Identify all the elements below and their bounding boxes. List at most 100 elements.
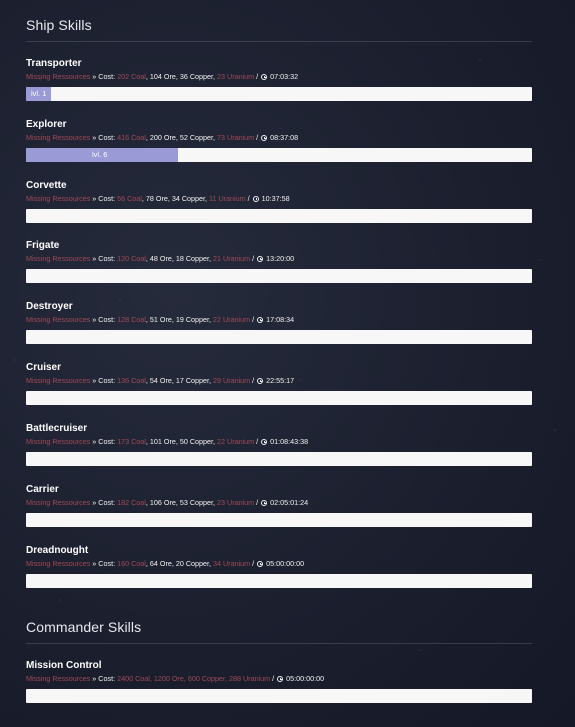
cost-separator: » Cost:	[90, 315, 118, 324]
section-title-commander-skills: Commander Skills	[26, 619, 142, 635]
cost-coal: 56 Coal	[117, 194, 142, 203]
skill-explorer: Explorer Missing Ressources » Cost: 416 …	[26, 119, 532, 162]
skill-destroyer: Destroyer Missing Ressources » Cost: 128…	[26, 301, 532, 344]
cost-ore: 101 Ore	[149, 437, 176, 446]
missing-resources-label: Missing Ressources	[26, 254, 91, 263]
skill-name: Carrier	[26, 484, 59, 495]
missing-resources-label: Missing Ressources	[26, 376, 91, 385]
cost-copper: 34 Copper	[171, 194, 206, 203]
cost-coal: 182 Coal	[117, 498, 146, 507]
cost-separator: » Cost:	[90, 194, 118, 203]
cost-coal: 416 Coal	[117, 133, 146, 142]
skill-corvette: Corvette Missing Ressources » Cost: 56 C…	[26, 180, 532, 223]
cost-uranium: 23 Uranium	[217, 72, 255, 81]
cost-copper: 53 Copper	[179, 498, 214, 507]
build-time: 22:55:17	[266, 376, 295, 385]
build-time: 08:37:08	[270, 133, 299, 142]
cost-ore: 106 Ore	[149, 498, 176, 507]
cost-line: Missing Ressources » Cost: 136 Coal, 54 …	[26, 376, 295, 385]
missing-resources-label: Missing Ressources	[26, 194, 91, 203]
cost-uranium: 23 Uranium	[217, 498, 255, 507]
missing-resources-label: Missing Ressources	[26, 133, 91, 142]
skill-progress-bar[interactable]	[26, 452, 532, 466]
clock-icon	[257, 378, 264, 384]
cost-line: Missing Ressources » Cost: 202 Coal, 104…	[26, 72, 299, 81]
skill-name: Corvette	[26, 180, 67, 191]
skill-frigate: Frigate Missing Ressources » Cost: 120 C…	[26, 240, 532, 283]
cost-copper: 52 Copper	[179, 133, 214, 142]
skill-name: Battlecruiser	[26, 423, 88, 434]
skill-progress-bar[interactable]: lvl. 6	[26, 148, 532, 162]
skill-name: Destroyer	[26, 301, 73, 312]
cost-ore: 104 Ore	[149, 72, 176, 81]
cost-coal: 2400 Coal	[117, 674, 150, 683]
cost-line: Missing Ressources » Cost: 2400 Coal, 12…	[26, 674, 325, 683]
cost-line: Missing Ressources » Cost: 182 Coal, 106…	[26, 498, 309, 507]
cost-separator: » Cost:	[90, 674, 118, 683]
skill-progress-bar[interactable]: lvl. 1	[26, 87, 532, 101]
cost-uranium: 22 Uranium	[217, 437, 255, 446]
build-time: 01:08:43:38	[270, 437, 309, 446]
level-label: lvl. 1	[31, 89, 47, 98]
skill-mission-control: Mission Control Missing Ressources » Cos…	[26, 660, 532, 703]
cost-copper: 18 Copper	[175, 254, 210, 263]
cost-coal: 202 Coal	[117, 72, 146, 81]
cost-separator: » Cost:	[90, 376, 118, 385]
cost-uranium: 11 Uranium	[209, 194, 246, 203]
skill-progress-bar[interactable]	[26, 391, 532, 405]
missing-resources-label: Missing Ressources	[26, 674, 91, 683]
build-time: 07:03:32	[270, 72, 299, 81]
missing-resources-label: Missing Ressources	[26, 437, 91, 446]
cost-uranium: 21 Uranium	[213, 254, 251, 263]
cost-uranium: 34 Uranium	[213, 559, 251, 568]
cost-copper: 19 Copper	[175, 315, 210, 324]
clock-icon	[257, 561, 264, 567]
clock-icon	[261, 500, 268, 506]
cost-copper: 50 Copper	[179, 437, 214, 446]
clock-icon	[261, 74, 268, 80]
skill-progress-bar[interactable]	[26, 209, 532, 223]
cost-coal: 160 Coal	[117, 559, 146, 568]
skill-progress-bar[interactable]	[26, 269, 532, 283]
clock-icon	[252, 196, 259, 202]
cost-uranium: 288 Uranium	[229, 674, 271, 683]
skill-name: Explorer	[26, 119, 67, 130]
clock-icon	[261, 135, 268, 141]
clock-icon	[277, 676, 284, 682]
cost-coal: 136 Coal	[117, 376, 146, 385]
skill-cruiser: Cruiser Missing Ressources » Cost: 136 C…	[26, 362, 532, 405]
cost-separator: » Cost:	[90, 498, 118, 507]
skill-name: Frigate	[26, 240, 60, 251]
cost-uranium: 73 Uranium	[217, 133, 255, 142]
cost-ore: 54 Ore	[149, 376, 172, 385]
cost-copper: 20 Copper	[175, 559, 210, 568]
build-time: 02:05:01:24	[270, 498, 309, 507]
skill-dreadnought: Dreadnought Missing Ressources » Cost: 1…	[26, 545, 532, 588]
section-title-ship-skills: Ship Skills	[26, 17, 92, 33]
section-divider	[26, 41, 532, 42]
cost-line: Missing Ressources » Cost: 173 Coal, 101…	[26, 437, 309, 446]
cost-line: Missing Ressources » Cost: 128 Coal, 51 …	[26, 315, 295, 324]
cost-separator: » Cost:	[90, 72, 118, 81]
clock-icon	[257, 256, 264, 262]
missing-resources-label: Missing Ressources	[26, 498, 91, 507]
skill-progress-bar[interactable]	[26, 689, 532, 703]
skill-name: Dreadnought	[26, 545, 89, 556]
clock-icon	[257, 317, 264, 323]
cost-coal: 128 Coal	[117, 315, 146, 324]
cost-line: Missing Ressources » Cost: 120 Coal, 48 …	[26, 254, 295, 263]
cost-uranium: 22 Uranium	[213, 315, 251, 324]
section-divider	[26, 643, 532, 644]
skill-progress-bar[interactable]	[26, 513, 532, 527]
cost-line: Missing Ressources » Cost: 56 Coal, 78 O…	[26, 194, 290, 203]
skill-progress-bar[interactable]	[26, 330, 532, 344]
skill-name: Cruiser	[26, 362, 62, 373]
skill-transporter: Transporter Missing Ressources » Cost: 2…	[26, 58, 532, 101]
cost-coal: 173 Coal	[117, 437, 146, 446]
cost-copper: 17 Copper	[175, 376, 210, 385]
skill-progress-bar[interactable]	[26, 574, 532, 588]
cost-separator: » Cost:	[90, 133, 118, 142]
level-label: lvl. 6	[92, 150, 108, 159]
cost-line: Missing Ressources » Cost: 160 Coal, 64 …	[26, 559, 305, 568]
skill-battlecruiser: Battlecruiser Missing Ressources » Cost:…	[26, 423, 532, 466]
